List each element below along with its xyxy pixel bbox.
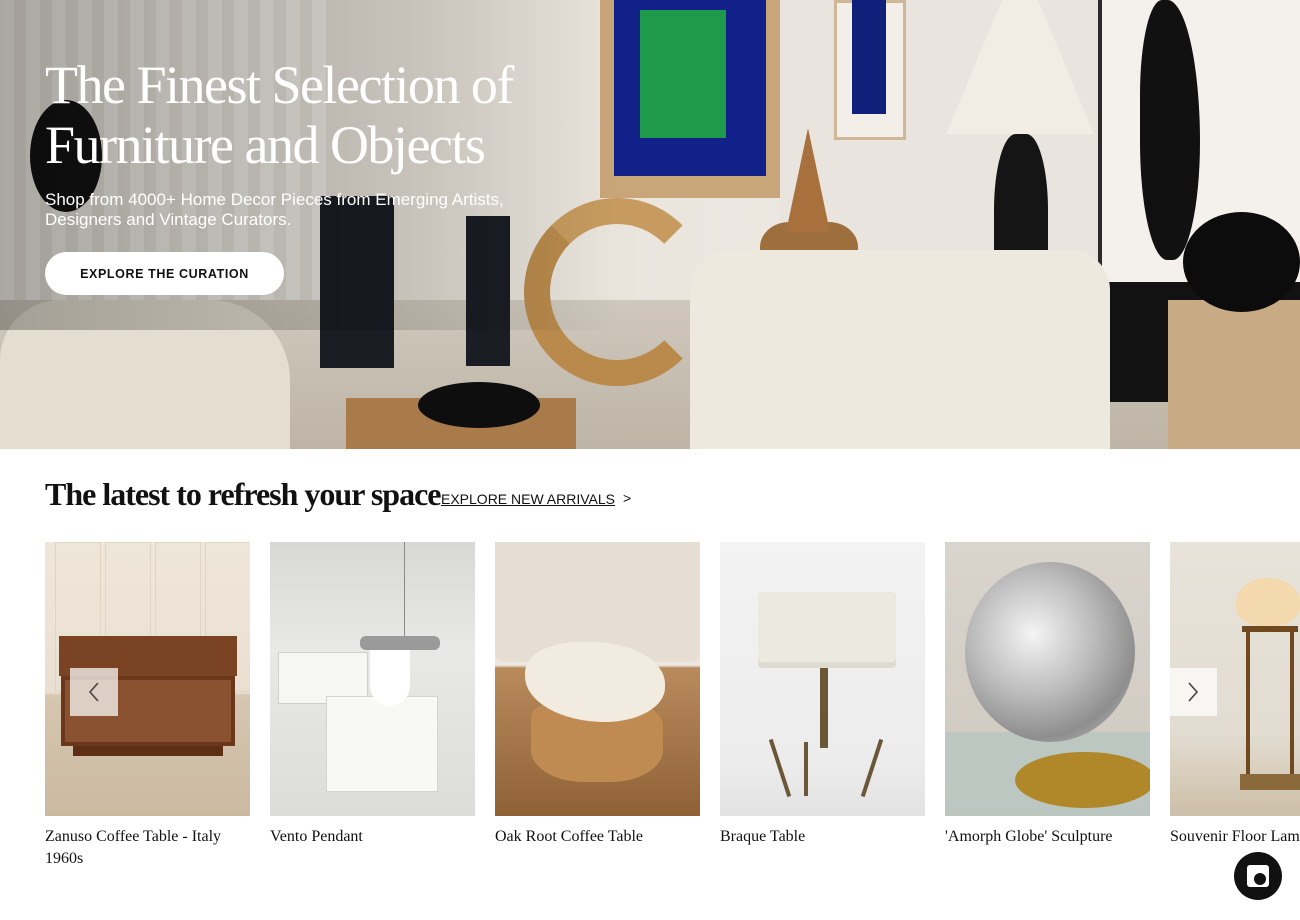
- product-card[interactable]: Oak Root Coffee Table: [495, 542, 700, 848]
- explore-curation-button[interactable]: EXPLORE THE CURATION: [45, 252, 284, 295]
- hero-image-artwork-green: [640, 10, 726, 138]
- product-title[interactable]: Vento Pendant: [270, 826, 475, 848]
- hero-image-sphere: [1183, 212, 1300, 312]
- product-image[interactable]: [495, 542, 700, 816]
- hero-image-sofa: [690, 250, 1110, 449]
- carousel-prev-button[interactable]: [70, 668, 118, 716]
- hero-image-artwork-small-inner: [852, 0, 886, 114]
- carousel-next-button[interactable]: [1169, 668, 1217, 716]
- product-title[interactable]: Souvenir Floor Lamp: [1170, 826, 1300, 848]
- hero-image-pedestal: [1168, 300, 1300, 449]
- hero-subtitle: Shop from 4000+ Home Decor Pieces from E…: [45, 190, 504, 229]
- product-title[interactable]: Zanuso Coffee Table - Italy 1960s: [45, 826, 250, 870]
- explore-new-arrivals-link[interactable]: EXPLORE NEW ARRIVALS: [441, 491, 615, 507]
- chat-button[interactable]: [1234, 852, 1282, 900]
- hero-banner: The Finest Selection of Furniture and Ob…: [0, 0, 1300, 449]
- product-image[interactable]: [945, 542, 1150, 816]
- product-image[interactable]: [270, 542, 475, 816]
- new-arrivals-heading: The latest to refresh your space: [45, 476, 441, 512]
- product-title[interactable]: Oak Root Coffee Table: [495, 826, 700, 848]
- product-card[interactable]: Vento Pendant: [270, 542, 475, 848]
- link-chevron-icon: >: [623, 490, 632, 506]
- product-card[interactable]: Braque Table: [720, 542, 925, 848]
- chevron-left-icon: [88, 682, 99, 702]
- chevron-right-icon: [1188, 682, 1199, 702]
- product-image[interactable]: [720, 542, 925, 816]
- chat-icon: [1247, 865, 1269, 887]
- hero-title: The Finest Selection of Furniture and Ob…: [45, 55, 514, 175]
- product-card[interactable]: 'Amorph Globe' Sculpture: [945, 542, 1150, 848]
- product-carousel: Zanuso Coffee Table - Italy 1960s Vento …: [45, 542, 1300, 882]
- product-title[interactable]: 'Amorph Globe' Sculpture: [945, 826, 1205, 848]
- hero-image-bowl: [418, 382, 540, 428]
- product-title[interactable]: Braque Table: [720, 826, 925, 848]
